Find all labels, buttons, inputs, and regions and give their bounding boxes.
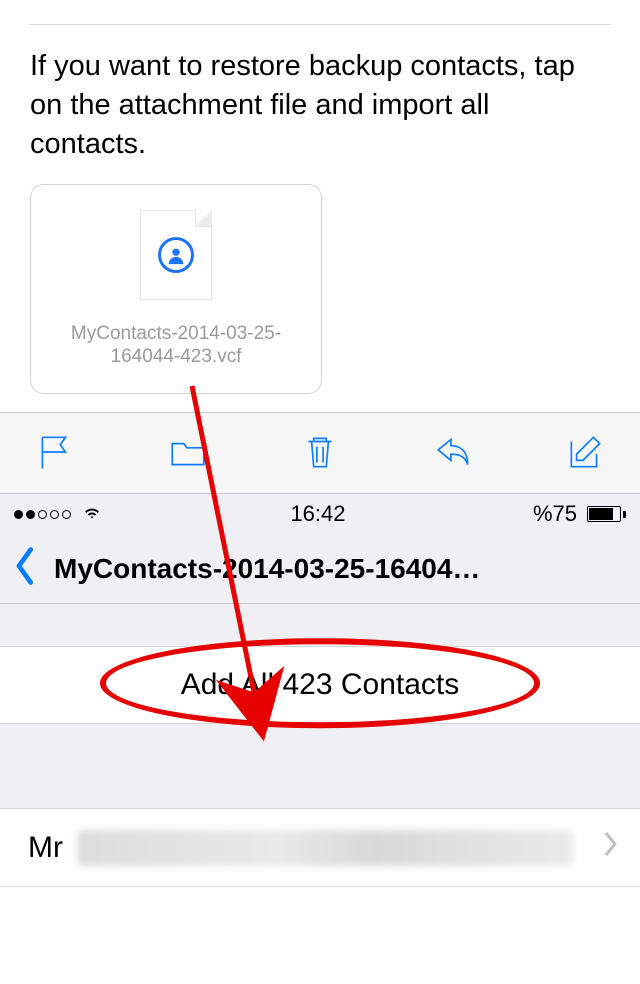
wifi-icon [81,500,103,528]
add-all-label: Add All 423 Contacts [181,668,460,702]
file-icon [140,210,212,300]
attachment-card[interactable]: MyContacts-2014-03-25-164044-423.vcf [30,184,322,394]
battery-icon [587,506,626,522]
status-time: 16:42 [290,501,345,527]
nav-header: MyContacts-2014-03-25-16404… [0,534,640,604]
back-button[interactable] [12,546,40,591]
reply-icon[interactable] [428,427,478,477]
instruction-text: If you want to restore backup contacts, … [0,25,640,184]
flag-icon[interactable] [30,427,80,477]
add-all-contacts-button[interactable]: Add All 423 Contacts [0,646,640,724]
section-gap [0,724,640,809]
battery-text: %75 [533,501,577,527]
attachment-filename: MyContacts-2014-03-25-164044-423.vcf [43,322,309,370]
status-bar: 16:42 %75 [0,494,640,534]
chevron-right-icon [602,830,620,866]
mail-toolbar [0,412,640,494]
contact-name-prefix: Mr [28,831,63,865]
trash-icon[interactable] [295,427,345,477]
nav-title: MyContacts-2014-03-25-16404… [54,553,628,585]
compose-icon[interactable] [560,427,610,477]
section-gap [0,604,640,646]
redacted-name [77,830,574,866]
folder-icon[interactable] [163,427,213,477]
contact-icon [158,237,194,273]
signal-dots-icon [14,510,71,519]
contact-list-item[interactable]: Mr [0,809,640,887]
